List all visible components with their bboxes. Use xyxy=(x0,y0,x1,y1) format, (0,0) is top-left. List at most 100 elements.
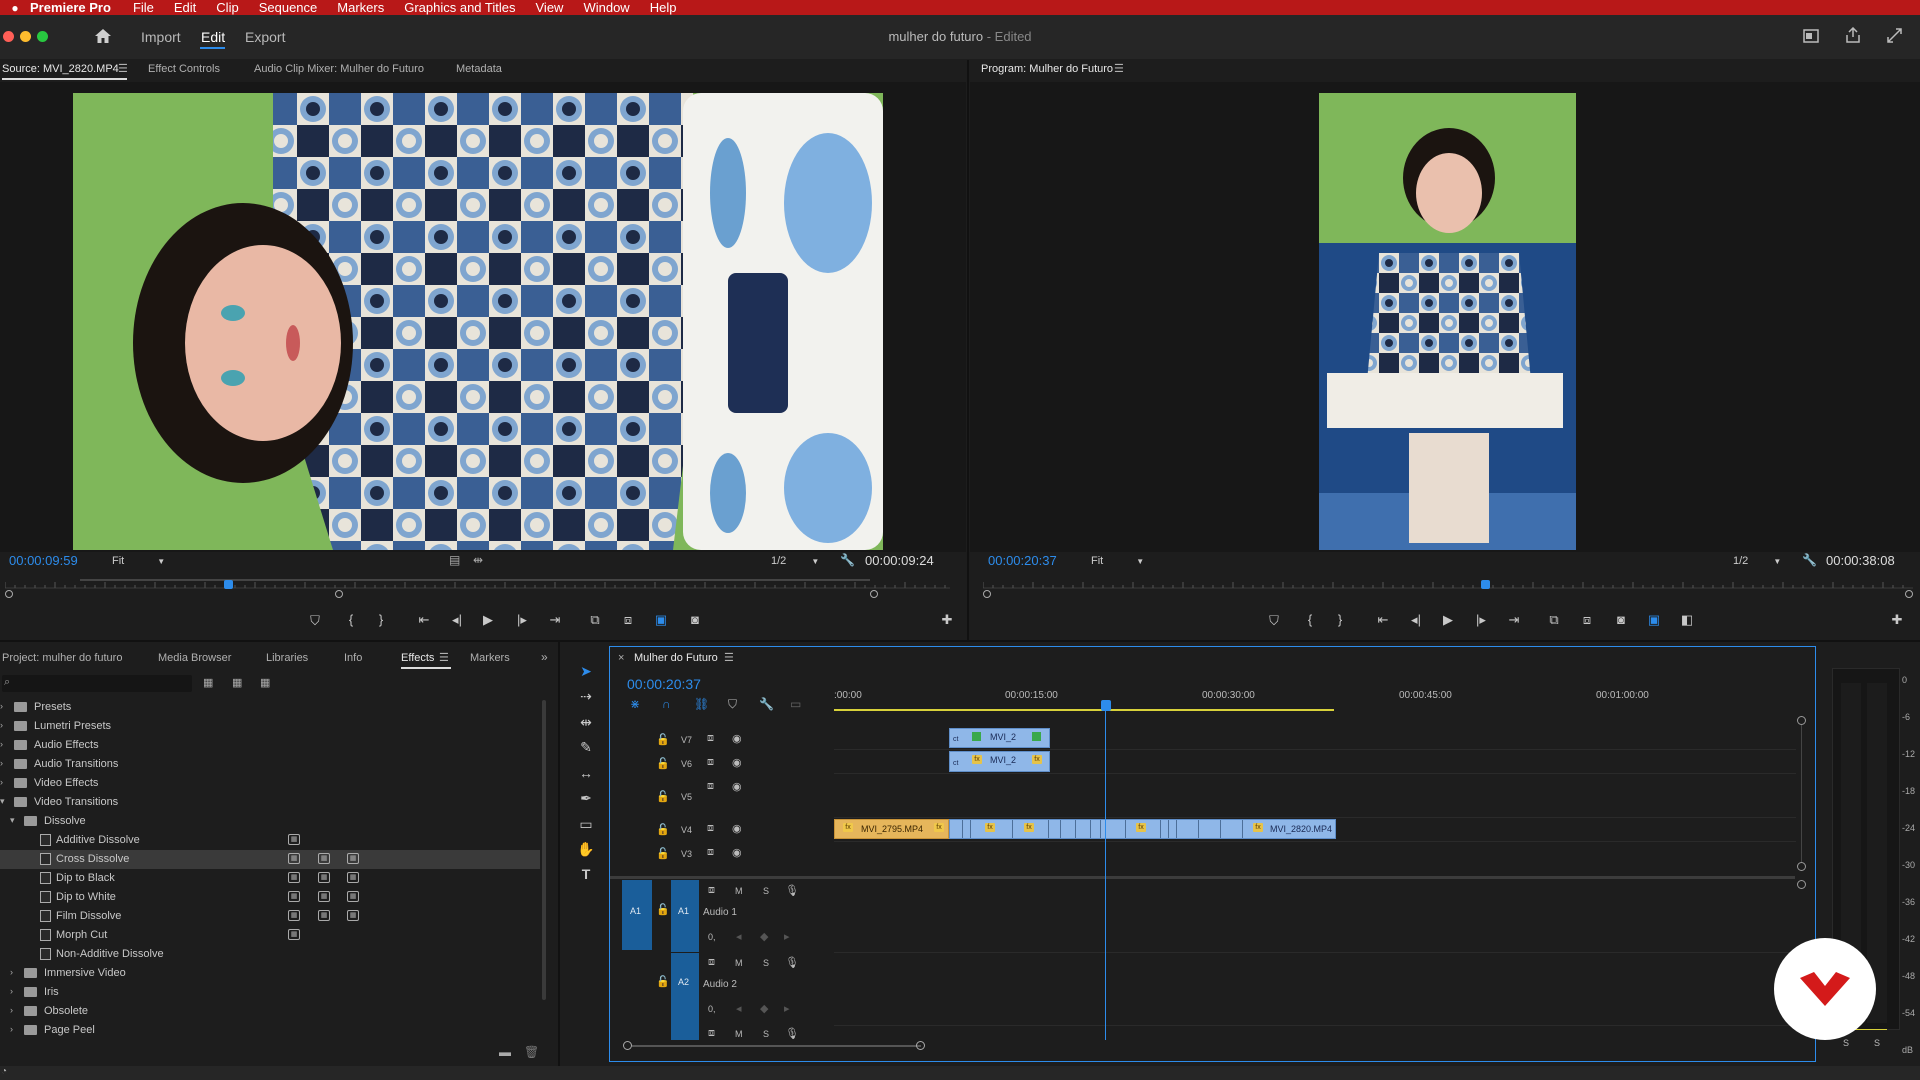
lock-icon[interactable]: 🔓 xyxy=(656,733,670,746)
lock-icon[interactable]: 🔓 xyxy=(656,975,670,988)
effects-folder[interactable]: › Presets xyxy=(0,698,540,717)
source-resolution-select[interactable]: 1/2 ▼ xyxy=(771,555,819,567)
extract-icon[interactable]: ⧈ xyxy=(1577,612,1597,628)
source-menu-icon[interactable]: ☰ xyxy=(118,62,128,75)
program-playhead[interactable] xyxy=(1481,580,1491,589)
solo-a2-button[interactable]: S xyxy=(763,958,769,968)
go-to-in-icon[interactable]: ⇤ xyxy=(1373,612,1393,628)
chevron-right-icon[interactable]: › xyxy=(10,1005,13,1015)
timeline-settings-icon[interactable]: 🔧 xyxy=(759,697,774,711)
toggle-sync-icon[interactable]: ⧈ xyxy=(708,884,715,897)
clip-v4[interactable]: fx fx fx fx MVI_2820.MP4 xyxy=(949,819,1336,839)
mute-a1-button[interactable]: M xyxy=(735,886,743,896)
lock-icon[interactable]: 🔓 xyxy=(656,847,670,860)
zoom-handle-left[interactable] xyxy=(623,1041,632,1050)
fullscreen-icon[interactable] xyxy=(1887,28,1902,43)
add-marker-icon[interactable]: ⛉ xyxy=(1264,613,1284,629)
menu-sequence[interactable]: Sequence xyxy=(259,0,318,15)
accelerated-effects-icon[interactable]: ▦ xyxy=(203,676,213,689)
add-keyframe-icon[interactable]: ◆ xyxy=(760,930,768,943)
menu-clip[interactable]: Clip xyxy=(216,0,238,15)
effects-folder[interactable]: › Lumetri Presets xyxy=(0,717,540,736)
lock-icon[interactable]: 🔓 xyxy=(656,823,670,836)
chevron-down-icon[interactable]: ▾ xyxy=(10,815,15,826)
effect-item[interactable]: Dip to Black ▦ ▦ ▦ xyxy=(0,869,540,888)
volume-a1[interactable]: 0, xyxy=(708,932,716,942)
effect-item[interactable]: Film Dissolve ▦ ▦ ▦ xyxy=(0,907,540,926)
next-keyframe-icon[interactable]: ▸ xyxy=(784,930,790,943)
effects-folder[interactable]: ▾ Video Transitions xyxy=(0,793,540,812)
program-timecode[interactable]: 00:00:20:37 xyxy=(988,553,1057,568)
tab-effect-controls[interactable]: Effect Controls xyxy=(148,63,220,75)
add-marker-icon[interactable]: ⛉ xyxy=(305,613,325,629)
wrench-icon[interactable]: 🔧 xyxy=(1802,553,1817,567)
export-frame-icon[interactable]: ◙ xyxy=(685,612,705,627)
zoom-handle-right[interactable] xyxy=(916,1041,925,1050)
effects-folder[interactable]: › Iris xyxy=(0,983,540,1002)
step-back-icon[interactable]: ◂| xyxy=(447,612,467,628)
chevron-right-icon[interactable]: › xyxy=(10,1024,13,1034)
sequence-tab[interactable]: Mulher do Futuro xyxy=(634,652,718,664)
add-marker-icon[interactable]: ⛉ xyxy=(728,697,737,712)
program-menu-icon[interactable]: ☰ xyxy=(1114,62,1124,75)
target-a2[interactable]: A2 xyxy=(671,953,699,1040)
effect-item[interactable]: Cross Dissolve ▦ ▦ ▦ xyxy=(0,850,540,869)
pen-tool-icon[interactable]: ✒ xyxy=(575,790,597,810)
overwrite-icon[interactable]: ⧈ xyxy=(618,612,638,628)
chevron-right-icon[interactable]: › xyxy=(0,701,3,711)
microphone-icon[interactable]: 🎙 xyxy=(785,884,799,897)
go-to-out-icon[interactable]: ⇥ xyxy=(545,612,565,628)
menu-view[interactable]: View xyxy=(536,0,564,15)
insert-overwrite-icon[interactable]: ⇹ xyxy=(473,553,483,567)
mark-out-icon[interactable]: } xyxy=(371,612,391,627)
mark-out-icon[interactable]: } xyxy=(1330,612,1350,627)
menu-graphics[interactable]: Graphics and Titles xyxy=(404,0,515,15)
eye-icon[interactable]: ◉ xyxy=(732,732,742,745)
effects-folder[interactable]: › Obsolete xyxy=(0,1002,540,1021)
wrench-icon[interactable]: 🔧 xyxy=(840,553,855,567)
mute-a2-button[interactable]: M xyxy=(735,958,743,968)
lift-icon[interactable]: ⧉ xyxy=(1544,612,1564,628)
chevron-right-icon[interactable]: › xyxy=(10,986,13,996)
add-keyframe-icon[interactable]: ◆ xyxy=(760,1002,768,1015)
scroll-handle[interactable] xyxy=(1797,862,1806,871)
chevron-right-icon[interactable]: › xyxy=(0,758,3,768)
microphone-icon[interactable]: 🎙 xyxy=(785,956,799,969)
source-timecode[interactable]: 00:00:09:59 xyxy=(9,553,78,568)
tab-effects[interactable]: Effects xyxy=(401,652,434,664)
tab-source[interactable]: Source: MVI_2820.MP4 xyxy=(2,63,119,75)
tab-metadata[interactable]: Metadata xyxy=(456,63,502,75)
nest-toggle-icon[interactable]: ⋇ xyxy=(630,697,640,711)
toggle-sync-icon[interactable]: ⧈ xyxy=(707,846,714,859)
effects-folder[interactable]: › Audio Effects xyxy=(0,736,540,755)
clip-v6[interactable]: ct fx MVI_2 fx xyxy=(949,751,1050,772)
video-tracks-area[interactable]: ct MVI_2 ct fx MVI_2 fx fx MVI_2795.MP4 … xyxy=(834,726,1796,875)
trash-icon[interactable]: 🗑 xyxy=(524,1045,539,1059)
effect-item[interactable]: Morph Cut ▦ xyxy=(0,926,540,945)
chevron-right-icon[interactable]: › xyxy=(0,720,3,730)
video-audio-divider[interactable] xyxy=(610,876,1795,879)
menu-help[interactable]: Help xyxy=(650,0,677,15)
toggle-sync-icon[interactable]: ⧈ xyxy=(708,1027,715,1040)
effect-item[interactable]: Non-Additive Dissolve xyxy=(0,945,540,964)
effects-scrollbar[interactable] xyxy=(542,700,546,1000)
toggle-sync-icon[interactable]: ⧈ xyxy=(707,732,714,745)
source-video-frame[interactable] xyxy=(73,93,883,550)
tab-media-browser[interactable]: Media Browser xyxy=(158,652,231,664)
scroll-handle[interactable] xyxy=(1797,716,1806,725)
menu-window[interactable]: Window xyxy=(583,0,629,15)
quick-export-icon[interactable] xyxy=(1803,29,1819,43)
program-time-ruler[interactable] xyxy=(983,574,1913,598)
mute-button[interactable]: M xyxy=(735,1029,743,1039)
audio-tracks-area[interactable] xyxy=(834,880,1796,1040)
tab-libraries[interactable]: Libraries xyxy=(266,652,308,664)
timeline-timecode[interactable]: 00:00:20:37 xyxy=(627,676,701,692)
work-area-bar[interactable] xyxy=(834,709,1334,711)
effects-folder[interactable]: › Video Effects xyxy=(0,774,540,793)
yuv-effects-icon[interactable]: ▦ xyxy=(260,676,270,689)
program-resolution-select[interactable]: 1/2 ▼ xyxy=(1733,555,1781,567)
menu-markers[interactable]: Markers xyxy=(337,0,384,15)
eye-icon[interactable]: ◉ xyxy=(732,822,742,835)
slip-tool-icon[interactable]: ↔ xyxy=(575,765,597,785)
more-tabs-icon[interactable]: » xyxy=(541,650,548,664)
